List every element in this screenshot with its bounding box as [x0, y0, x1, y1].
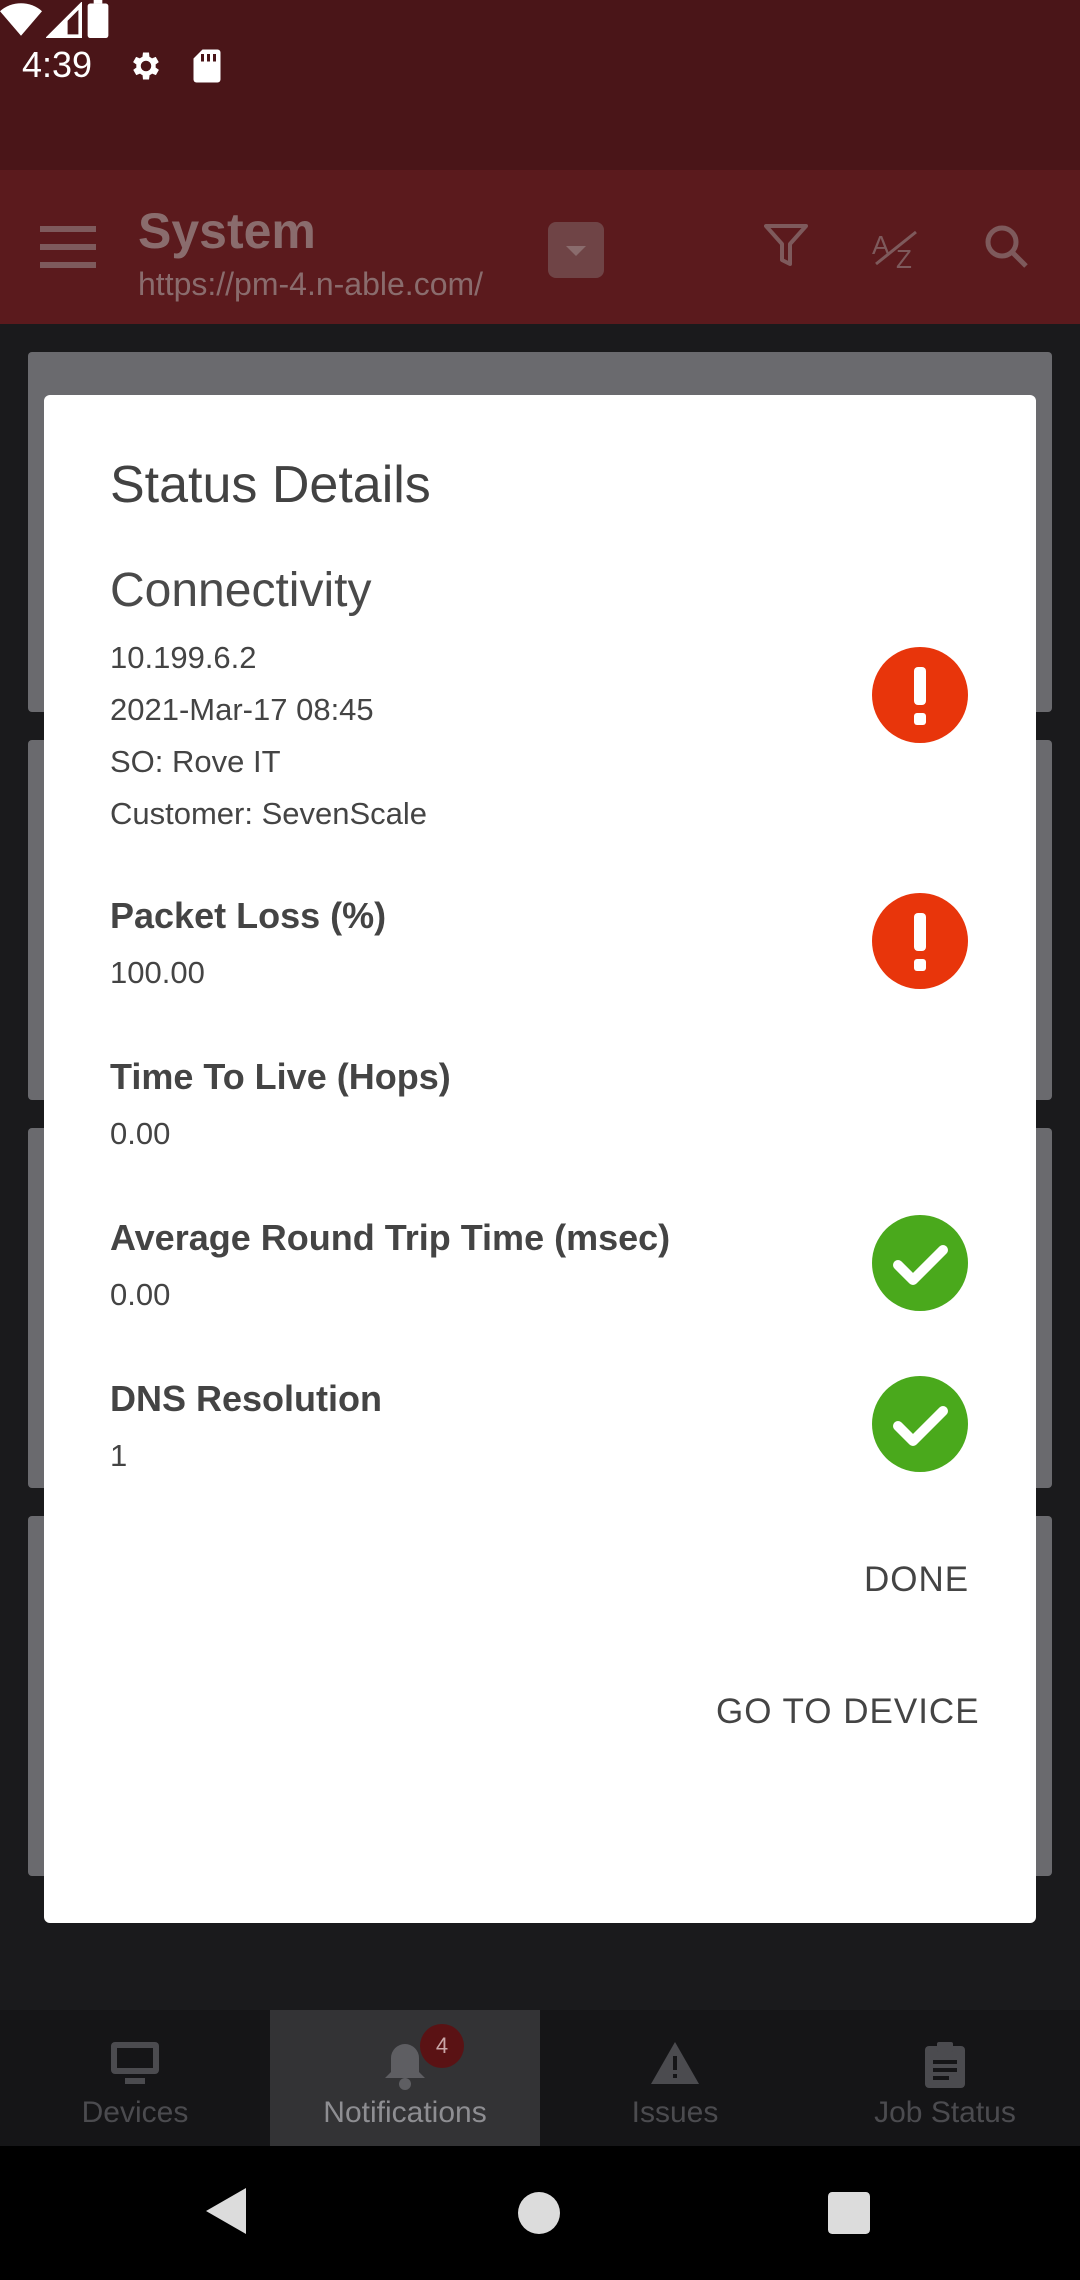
connectivity-error-icon: [872, 647, 968, 743]
metric-value-packet-loss: 100.00: [110, 955, 205, 990]
metric-value-dns: 1: [110, 1438, 128, 1473]
sort-az-icon[interactable]: A Z: [872, 226, 924, 270]
signal-icon: [45, 1, 83, 38]
monitor-icon: [111, 2042, 159, 2084]
toolbar-subtitle: https://pm-4.n-able.com/: [138, 266, 484, 302]
home-icon[interactable]: [518, 2192, 560, 2234]
metric-label-packet-loss: Packet Loss (%): [110, 895, 387, 936]
metric-value-round-trip: 0.00: [110, 1277, 171, 1312]
nav-label: Notifications: [323, 2096, 487, 2129]
chevron-down-icon: [566, 246, 586, 256]
metric-label-round-trip: Average Round Trip Time (msec): [110, 1217, 671, 1258]
device-so: SO: Rove IT: [110, 744, 281, 779]
warning-icon: [651, 2042, 699, 2084]
clipboard-icon: [925, 2042, 965, 2088]
done-button[interactable]: DONE: [864, 1560, 969, 1600]
packet-loss-error-icon: [872, 893, 968, 989]
status-details-dialog: Status Details Connectivity 10.199.6.2 2…: [44, 395, 1036, 1923]
metric-label-ttl: Time To Live (Hops): [110, 1056, 451, 1097]
wifi-icon: [0, 3, 42, 36]
nav-devices[interactable]: Devices: [0, 2010, 270, 2146]
nav-job-status[interactable]: Job Status: [810, 2010, 1080, 2146]
back-icon[interactable]: [206, 2188, 246, 2234]
go-to-device-button[interactable]: GO TO DEVICE: [716, 1692, 980, 1732]
status-bar: 4:39: [0, 0, 1080, 170]
device-ip: 10.199.6.2: [110, 640, 257, 675]
nav-label: Job Status: [874, 2096, 1016, 2129]
system-dropdown-button[interactable]: [548, 222, 604, 278]
status-time: 4:39: [22, 44, 93, 85]
dialog-title: Status Details: [110, 456, 431, 514]
nav-issues[interactable]: Issues: [540, 2010, 810, 2146]
round-trip-ok-icon: [872, 1215, 968, 1311]
gear-icon: [133, 52, 159, 80]
recent-apps-icon[interactable]: [828, 2192, 870, 2234]
toolbar-title: System: [138, 203, 316, 259]
metric-value-ttl: 0.00: [110, 1116, 171, 1151]
nav-label: Devices: [81, 2096, 189, 2129]
nav-notifications[interactable]: 4 Notifications: [270, 2010, 540, 2146]
nav-label: Issues: [631, 2096, 719, 2129]
bottom-navigation: Devices 4 Notifications Issues Job Statu…: [0, 2010, 1080, 2146]
search-icon[interactable]: [982, 222, 1030, 270]
filter-icon[interactable]: [764, 222, 808, 270]
metric-label-dns: DNS Resolution: [110, 1378, 383, 1419]
system-navigation-bar: [0, 2146, 1080, 2280]
device-timestamp: 2021-Mar-17 08:45: [110, 692, 374, 727]
sd-card-icon: [193, 49, 221, 83]
notification-count-badge: 4: [420, 2024, 464, 2068]
section-title: Connectivity: [110, 564, 372, 617]
dns-ok-icon: [872, 1376, 968, 1472]
app-toolbar: System https://pm-4.n-able.com/ A Z: [0, 170, 1080, 324]
device-customer: Customer: SevenScale: [110, 796, 428, 831]
battery-icon: [87, 0, 109, 39]
menu-icon[interactable]: [40, 226, 96, 268]
